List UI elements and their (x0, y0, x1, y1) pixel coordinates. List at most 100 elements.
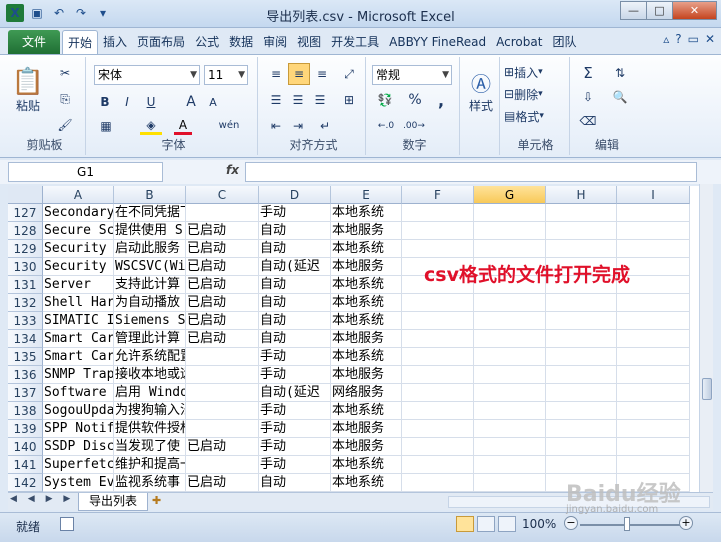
page-layout-view-icon[interactable] (477, 516, 495, 532)
autosum-button[interactable]: Σ (576, 63, 600, 83)
cell-i[interactable] (617, 294, 690, 312)
cell-b[interactable]: 启用 Windows 和 Wi (114, 384, 186, 402)
tab-data[interactable]: 数据 (224, 30, 258, 54)
row-header[interactable]: 130 (8, 258, 43, 276)
cell-c[interactable]: 已启动 (186, 240, 259, 258)
cell-g[interactable] (474, 222, 546, 240)
cell-b[interactable]: 当发现了使 (114, 438, 186, 456)
cell-c[interactable] (186, 348, 259, 366)
cell-i[interactable] (617, 330, 690, 348)
cell-b[interactable]: 提供使用 S (114, 222, 186, 240)
cell-f[interactable] (402, 330, 474, 348)
page-break-view-icon[interactable] (498, 516, 516, 532)
align-right-icon[interactable]: ☰ (310, 91, 330, 109)
cell-c[interactable]: 已启动 (186, 258, 259, 276)
cell-g[interactable] (474, 294, 546, 312)
cell-e[interactable]: 本地服务 (331, 420, 402, 438)
cell-i[interactable] (617, 348, 690, 366)
column-header-a[interactable]: A (43, 186, 114, 204)
cell-a[interactable]: SNMP Trap (43, 366, 114, 384)
cell-e[interactable]: 网络服务 (331, 384, 402, 402)
cell-f[interactable] (402, 384, 474, 402)
cell-d[interactable]: 自动(延迟 (259, 258, 331, 276)
cell-h[interactable] (546, 384, 617, 402)
cell-i[interactable] (617, 438, 690, 456)
sheet-tab-export-list[interactable]: 导出列表 (78, 493, 148, 511)
cell-h[interactable] (546, 348, 617, 366)
fill-color-icon[interactable]: ◈ (140, 117, 162, 135)
cell-d[interactable]: 自动 (259, 474, 331, 492)
cell-i[interactable] (617, 402, 690, 420)
column-header-h[interactable]: H (546, 186, 617, 204)
close-button[interactable]: ✕ (672, 1, 717, 20)
cell-d[interactable]: 自动 (259, 330, 331, 348)
column-header-c[interactable]: C (186, 186, 259, 204)
align-top-icon[interactable]: ≡ (266, 65, 286, 83)
merge-cells-icon[interactable]: ⊞ (338, 91, 360, 109)
cell-c[interactable] (186, 456, 259, 474)
cell-e[interactable]: 本地服务 (331, 366, 402, 384)
cell-h[interactable] (546, 294, 617, 312)
cell-a[interactable]: Smart Car (43, 348, 114, 366)
cell-h[interactable] (546, 366, 617, 384)
cell-i[interactable] (617, 312, 690, 330)
cell-d[interactable]: 手动 (259, 402, 331, 420)
cell-a[interactable]: SogouUpda (43, 402, 114, 420)
cell-a[interactable]: SPP Notif (43, 420, 114, 438)
cell-g[interactable] (474, 366, 546, 384)
clear-icon[interactable]: ⌫ (576, 111, 600, 131)
row-header[interactable]: 142 (8, 474, 43, 492)
close-workbook-icon[interactable]: ✕ (705, 32, 715, 46)
cell-c[interactable] (186, 204, 259, 222)
align-center-icon[interactable]: ☰ (288, 91, 308, 109)
cell-i[interactable] (617, 456, 690, 474)
cell-b[interactable]: 为自动播放 (114, 294, 186, 312)
row-header[interactable]: 134 (8, 330, 43, 348)
cell-h[interactable] (546, 330, 617, 348)
currency-icon[interactable]: 💱 (374, 91, 396, 109)
cell-d[interactable]: 自动(延迟 (259, 384, 331, 402)
increase-indent-icon[interactable]: ⇥ (288, 117, 308, 135)
comma-style-button[interactable]: , (432, 91, 450, 110)
row-header[interactable]: 132 (8, 294, 43, 312)
cell-b[interactable]: WSCSVC(Wi (114, 258, 186, 276)
cell-a[interactable]: Superfetc (43, 456, 114, 474)
cell-d[interactable]: 自动 (259, 240, 331, 258)
minimize-ribbon-icon[interactable]: ▵ (663, 32, 669, 46)
cell-g[interactable] (474, 456, 546, 474)
font-name-select[interactable]: 宋体 ▼ (94, 65, 200, 85)
cell-b[interactable]: 管理此计算 (114, 330, 186, 348)
vertical-scrollbar[interactable] (699, 184, 713, 492)
cell-g[interactable] (474, 438, 546, 456)
cell-c[interactable]: 已启动 (186, 312, 259, 330)
cell-c[interactable]: 已启动 (186, 438, 259, 456)
phonetic-guide-button[interactable]: wén (216, 115, 242, 135)
cell-i[interactable] (617, 204, 690, 222)
cell-e[interactable]: 本地系统 (331, 240, 402, 258)
font-size-select[interactable]: 11 ▼ (204, 65, 248, 85)
cell-e[interactable]: 本地系统 (331, 312, 402, 330)
cell-b[interactable]: 接收本地或远程简单网 (114, 366, 186, 384)
cell-a[interactable]: Secure Sc (43, 222, 114, 240)
cell-a[interactable]: Shell Har (43, 294, 114, 312)
cell-f[interactable] (402, 456, 474, 474)
cell-c[interactable]: 已启动 (186, 474, 259, 492)
orientation-icon[interactable]: ⤢ (338, 65, 360, 83)
row-header[interactable]: 140 (8, 438, 43, 456)
cell-b[interactable]: 允许系统配置为移除智 (114, 348, 186, 366)
format-cells-button[interactable]: ▤ 格式 ▾ (504, 107, 566, 125)
cell-f[interactable] (402, 402, 474, 420)
underline-button[interactable]: U (142, 93, 160, 111)
align-middle-icon[interactable]: ≡ (288, 63, 310, 85)
cell-g[interactable] (474, 204, 546, 222)
tab-abbyy[interactable]: ABBYY FineRead (384, 30, 491, 54)
zoom-in-button[interactable]: + (679, 516, 693, 530)
vertical-scroll-thumb[interactable] (702, 378, 712, 400)
cell-c[interactable] (186, 402, 259, 420)
column-header-d[interactable]: D (259, 186, 331, 204)
minimize-button[interactable]: — (620, 1, 647, 20)
wrap-text-icon[interactable]: ↵ (314, 117, 336, 135)
cell-e[interactable]: 本地服务 (331, 330, 402, 348)
cell-g[interactable] (474, 348, 546, 366)
shrink-font-button[interactable]: A (204, 93, 222, 111)
